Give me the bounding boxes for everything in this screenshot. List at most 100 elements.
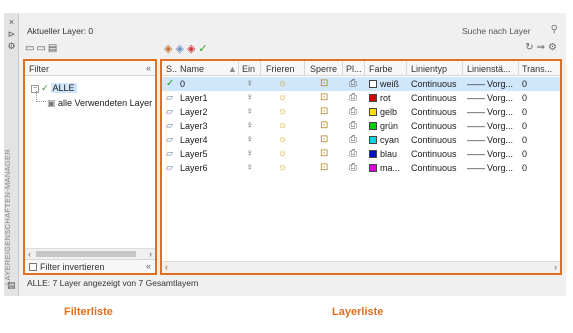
linetype-cell[interactable]: Continuous — [411, 163, 457, 173]
unlock-icon[interactable]: ⊡ — [320, 120, 328, 131]
scroll-right-icon[interactable]: › — [149, 249, 152, 259]
unlock-icon[interactable]: ⊡ — [320, 148, 328, 159]
transparency-cell[interactable]: 0 — [522, 135, 527, 145]
lineweight-cell[interactable]: Vorg... — [487, 163, 513, 173]
unlock-icon[interactable]: ⊡ — [320, 162, 328, 173]
plot-icon[interactable]: ⎙ — [349, 120, 357, 131]
new-filter-icon[interactable]: ▭ — [25, 43, 36, 54]
filter-horizontal-scrollbar[interactable]: ‹ › — [25, 248, 155, 259]
sun-icon[interactable]: ☼ — [278, 106, 287, 117]
scroll-right-icon[interactable]: › — [554, 262, 557, 272]
transparency-cell[interactable]: 0 — [522, 163, 527, 173]
layer-name[interactable]: 0 — [180, 79, 185, 89]
new-layer-frozen-icon[interactable]: ◈ — [175, 43, 186, 55]
linetype-cell[interactable]: Continuous — [411, 135, 457, 145]
layer-row[interactable]: ▱ Layer6 ♀ ☼ ⊡ ⎙ ma... Continuous —— Vorg... 0 — [162, 161, 560, 175]
unlock-icon[interactable]: ⊡ — [320, 106, 328, 117]
col-status[interactable]: S.. — [166, 64, 177, 74]
merge-icon[interactable]: ⇒ — [537, 42, 548, 53]
plot-icon[interactable]: ⎙ — [349, 134, 357, 145]
layer-row[interactable]: ✓ 0 ♀ ☼ ⊡ ⎙ weiß Continuous —— Vorg... 0 — [162, 77, 560, 91]
lineweight-cell[interactable]: Vorg... — [487, 149, 513, 159]
lightbulb-icon[interactable]: ♀ — [246, 120, 254, 131]
scroll-left-icon[interactable]: ‹ — [165, 262, 168, 272]
color-cell[interactable]: cyan — [369, 135, 399, 145]
layer-name[interactable]: Layer3 — [180, 121, 208, 131]
sun-icon[interactable]: ☼ — [278, 120, 287, 131]
plot-icon[interactable]: ⎙ — [349, 148, 357, 159]
layer-name[interactable]: Layer6 — [180, 163, 208, 173]
color-cell[interactable]: gelb — [369, 107, 397, 117]
color-cell[interactable]: grün — [369, 121, 398, 131]
plot-icon[interactable]: ⎙ — [349, 162, 357, 173]
plot-icon[interactable]: ⎙ — [349, 92, 357, 103]
lightbulb-icon[interactable]: ♀ — [246, 134, 254, 145]
invert-filter-label[interactable]: Filter invertieren — [40, 262, 105, 272]
filter-tree-child[interactable]: ▣ alle Verwendeten Layer — [47, 98, 152, 109]
col-color[interactable]: Farbe — [369, 64, 393, 74]
layer-name[interactable]: Layer2 — [180, 107, 208, 117]
lineweight-cell[interactable]: Vorg... — [487, 93, 513, 103]
sun-icon[interactable]: ☼ — [278, 148, 287, 159]
col-plot[interactable]: Pl... — [346, 64, 362, 74]
col-on[interactable]: Ein — [242, 64, 255, 74]
col-linetype[interactable]: Linientyp — [411, 64, 447, 74]
transparency-cell[interactable]: 0 — [522, 93, 527, 103]
search-input[interactable]: Suche nach Layer ⚲ — [458, 24, 560, 38]
transparency-cell[interactable]: 0 — [522, 149, 527, 159]
layer-row[interactable]: ▱ Layer1 ♀ ☼ ⊡ ⎙ rot Continuous —— Vorg... 0 — [162, 91, 560, 105]
layer-name[interactable]: Layer5 — [180, 149, 208, 159]
sun-icon[interactable]: ☼ — [278, 78, 287, 89]
layer-row[interactable]: ▱ Layer3 ♀ ☼ ⊡ ⎙ grün Continuous —— Vorg... 0 — [162, 119, 560, 133]
linetype-cell[interactable]: Continuous — [411, 149, 457, 159]
linetype-cell[interactable]: Continuous — [411, 107, 457, 117]
lightbulb-icon[interactable]: ♀ — [246, 162, 254, 173]
sun-icon[interactable]: ☼ — [278, 162, 287, 173]
sun-icon[interactable]: ☼ — [278, 134, 287, 145]
lightbulb-icon[interactable]: ♀ — [246, 78, 254, 89]
unlock-icon[interactable]: ⊡ — [320, 134, 328, 145]
lineweight-cell[interactable]: Vorg... — [487, 107, 513, 117]
collapse-filter-pane-icon[interactable]: « — [146, 261, 151, 271]
col-freeze[interactable]: Frieren — [266, 64, 295, 74]
unlock-icon[interactable]: ⊡ — [320, 92, 328, 103]
properties-icon[interactable]: ⚙ — [4, 41, 19, 51]
color-cell[interactable]: blau — [369, 149, 397, 159]
color-cell[interactable]: weiß — [369, 79, 399, 89]
linetype-cell[interactable]: Continuous — [411, 121, 457, 131]
plot-icon[interactable]: ⎙ — [349, 106, 357, 117]
new-group-filter-icon[interactable]: ▭ — [36, 43, 47, 54]
layer-name[interactable]: Layer1 — [180, 93, 208, 103]
col-transparency[interactable]: Trans... — [522, 64, 552, 74]
lightbulb-icon[interactable]: ♀ — [246, 92, 254, 103]
new-layer-icon[interactable]: ◈ — [164, 43, 175, 55]
col-lock[interactable]: Sperre — [310, 64, 337, 74]
close-icon[interactable]: × — [4, 17, 19, 27]
invert-filter-checkbox[interactable] — [29, 263, 37, 271]
settings-icon[interactable]: ⚙ — [548, 42, 560, 53]
col-lineweight[interactable]: Linienstä... — [467, 64, 511, 74]
lightbulb-icon[interactable]: ♀ — [246, 148, 254, 159]
scroll-left-icon[interactable]: ‹ — [28, 249, 31, 259]
layer-row[interactable]: ▱ Layer4 ♀ ☼ ⊡ ⎙ cyan Continuous —— Vorg... 0 — [162, 133, 560, 147]
layer-row[interactable]: ▱ Layer2 ♀ ☼ ⊡ ⎙ gelb Continuous —— Vorg... 0 — [162, 105, 560, 119]
transparency-cell[interactable]: 0 — [522, 107, 527, 117]
refresh-icon[interactable]: ↻ — [525, 42, 536, 53]
set-current-icon[interactable]: ✓ — [198, 43, 210, 55]
lineweight-cell[interactable]: Vorg... — [487, 79, 513, 89]
layer-states-icon[interactable]: ▤ — [48, 43, 59, 54]
linetype-cell[interactable]: Continuous — [411, 93, 457, 103]
lineweight-cell[interactable]: Vorg... — [487, 121, 513, 131]
lineweight-cell[interactable]: Vorg... — [487, 135, 513, 145]
layer-name[interactable]: Layer4 — [180, 135, 208, 145]
layer-row[interactable]: ▱ Layer5 ♀ ☼ ⊡ ⎙ blau Continuous —— Vorg... 0 — [162, 147, 560, 161]
autohide-icon[interactable]: ⊳ — [4, 29, 19, 39]
layer-horizontal-scrollbar[interactable]: ‹ › — [162, 261, 560, 273]
transparency-cell[interactable]: 0 — [522, 79, 527, 89]
lightbulb-icon[interactable]: ♀ — [246, 106, 254, 117]
color-cell[interactable]: rot — [369, 93, 391, 103]
transparency-cell[interactable]: 0 — [522, 121, 527, 131]
unlock-icon[interactable]: ⊡ — [320, 78, 328, 89]
collapse-filter-icon[interactable]: « — [146, 63, 151, 73]
linetype-cell[interactable]: Continuous — [411, 79, 457, 89]
